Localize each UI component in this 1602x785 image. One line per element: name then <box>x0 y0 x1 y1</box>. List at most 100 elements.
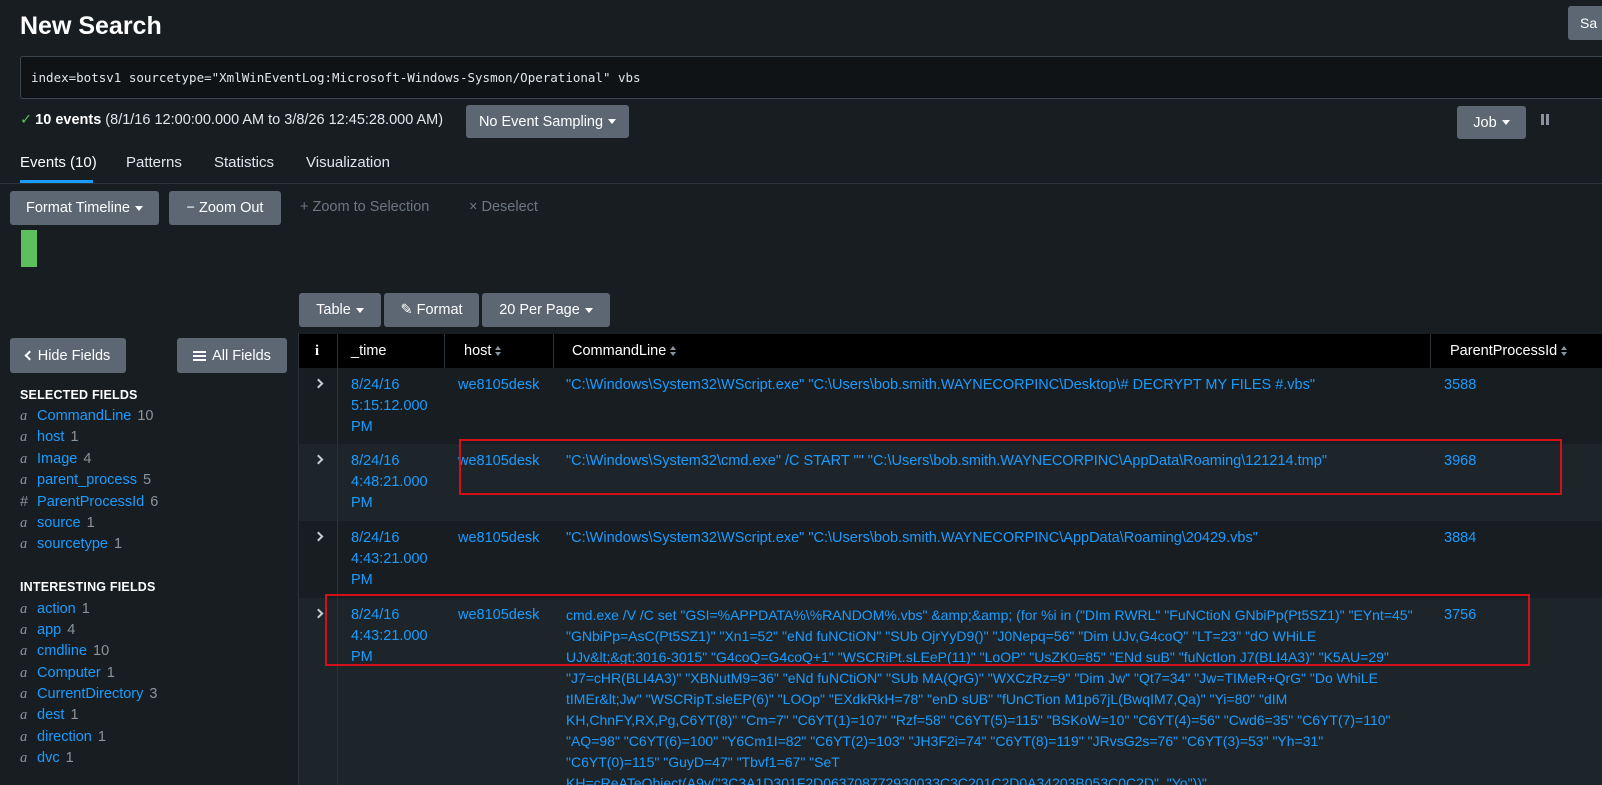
job-dropdown[interactable]: Job <box>1457 106 1526 139</box>
field-item[interactable]: a sourcetype 1 <box>20 536 122 553</box>
table-label: Table <box>316 302 351 318</box>
highlight-box <box>459 439 1562 495</box>
sort-icon[interactable] <box>495 346 502 357</box>
timeline-bar[interactable] <box>21 230 37 267</box>
field-item[interactable]: a host 1 <box>20 429 79 446</box>
field-item[interactable]: a action 1 <box>20 601 90 618</box>
chevron-left-icon <box>24 350 35 361</box>
commandline-column-header[interactable]: CommandLine <box>572 334 677 368</box>
format-button[interactable]: ✎ Format <box>384 293 479 327</box>
zoom-to-selection-button[interactable]: + Zoom to Selection <box>300 199 429 215</box>
caret-down-icon <box>584 307 593 313</box>
caret-down-icon <box>608 119 617 124</box>
tab-events[interactable]: Events (10) <box>20 154 97 171</box>
time-column-header[interactable]: _time <box>351 334 386 368</box>
caret-down-icon <box>355 307 364 313</box>
format-timeline-label: Format Timeline <box>26 200 130 216</box>
field-item[interactable]: a CurrentDirectory 3 <box>20 686 157 703</box>
deselect-button[interactable]: × Deselect <box>469 199 538 215</box>
active-tab-indicator <box>20 180 93 183</box>
tab-statistics[interactable]: Statistics <box>214 154 274 171</box>
column-divider <box>337 334 338 368</box>
event-count: 10 events <box>35 112 102 128</box>
field-item[interactable]: a cmdline 10 <box>20 643 109 660</box>
chevron-right-icon[interactable] <box>313 454 324 465</box>
all-fields-label: All Fields <box>212 347 271 364</box>
tab-patterns[interactable]: Patterns <box>126 154 182 171</box>
commandline-cell[interactable]: "C:\Windows\System32\WScript.exe" "C:\Us… <box>566 528 1416 549</box>
field-item[interactable]: a CommandLine 10 <box>20 408 153 425</box>
interesting-fields-heading: INTERESTING FIELDS <box>20 580 156 594</box>
host-column-header[interactable]: host <box>464 334 502 368</box>
pause-icon[interactable] <box>1540 114 1550 126</box>
selected-fields-heading: SELECTED FIELDS <box>20 388 138 402</box>
field-item[interactable]: a app 4 <box>20 622 75 639</box>
parentprocessid-cell[interactable]: 3588 <box>1444 375 1476 396</box>
zoom-out-button[interactable]: − Zoom Out <box>169 191 281 225</box>
sort-icon[interactable] <box>670 346 677 357</box>
info-column-header: i <box>315 343 320 359</box>
per-page-dropdown[interactable]: 20 Per Page <box>482 293 610 327</box>
host-column-label: host <box>464 343 492 359</box>
table-row[interactable]: 8/24/16 4:43:21.000 PM we8105desk "C:\Wi… <box>299 521 1602 598</box>
highlight-box <box>325 594 1530 666</box>
field-item[interactable]: a Image 4 <box>20 451 91 468</box>
parentprocessid-column-label: ParentProcessId <box>1450 343 1558 359</box>
zoom-to-selection-label: Zoom to Selection <box>312 199 430 215</box>
time-cell[interactable]: 8/24/16 4:48:21.000 PM <box>351 451 437 514</box>
zoom-out-label: Zoom Out <box>199 200 264 216</box>
per-page-label: 20 Per Page <box>499 302 580 318</box>
save-as-button[interactable]: Sa <box>1568 6 1602 40</box>
plus-icon: + <box>300 199 313 215</box>
field-item[interactable]: a Computer 1 <box>20 665 115 682</box>
host-cell[interactable]: we8105desk <box>458 528 539 549</box>
event-sampling-dropdown[interactable]: No Event Sampling <box>466 105 629 138</box>
field-item[interactable]: # ParentProcessId 6 <box>20 494 158 510</box>
hide-fields-label: Hide Fields <box>37 347 111 364</box>
x-icon: × <box>469 199 482 215</box>
caret-down-icon <box>134 205 143 211</box>
caret-down-icon <box>1501 120 1510 125</box>
format-timeline-dropdown[interactable]: Format Timeline <box>10 191 159 225</box>
time-cell[interactable]: 8/24/16 5:15:12.000 PM <box>351 375 437 438</box>
chevron-right-icon[interactable] <box>313 531 324 542</box>
event-status: ✓ 10 events (8/1/16 12:00:00.000 AM to 3/… <box>20 112 443 128</box>
field-item[interactable]: a direction 1 <box>20 729 106 746</box>
results-tabs: Events (10) Patterns Statistics Visualiz… <box>0 145 1602 184</box>
parentprocessid-column-header[interactable]: ParentProcessId <box>1450 334 1568 368</box>
chevron-right-icon[interactable] <box>313 378 324 389</box>
commandline-column-label: CommandLine <box>572 343 667 359</box>
row-divider <box>337 368 338 444</box>
time-cell[interactable]: 8/24/16 4:43:21.000 PM <box>351 528 437 591</box>
sort-icon[interactable] <box>1561 346 1568 357</box>
table-row[interactable]: 8/24/16 5:15:12.000 PM we8105desk "C:\Wi… <box>299 368 1602 444</box>
commandline-cell[interactable]: "C:\Windows\System32\WScript.exe" "C:\Us… <box>566 375 1416 396</box>
job-label: Job <box>1473 114 1497 131</box>
host-cell[interactable]: we8105desk <box>458 375 539 396</box>
all-fields-button[interactable]: All Fields <box>177 338 287 373</box>
table-dropdown[interactable]: Table <box>299 293 381 327</box>
field-item[interactable]: a dest 1 <box>20 707 79 724</box>
field-item[interactable]: a dvc 1 <box>20 750 74 767</box>
check-icon: ✓ <box>20 112 33 128</box>
page-title: New Search <box>20 12 162 40</box>
chevron-right-icon[interactable] <box>313 608 324 619</box>
column-divider <box>553 334 554 368</box>
time-range: (8/1/16 12:00:00.000 AM to 3/8/26 12:45:… <box>105 112 444 128</box>
table-header: i _time host CommandLine ParentProcessId <box>299 334 1602 368</box>
format-label: Format <box>416 302 463 318</box>
minus-icon: − <box>186 200 195 216</box>
field-item[interactable]: a parent_process 5 <box>20 472 151 489</box>
parentprocessid-cell[interactable]: 3884 <box>1444 528 1476 549</box>
hide-fields-button[interactable]: Hide Fields <box>10 338 126 373</box>
row-divider <box>337 444 338 521</box>
column-divider <box>444 334 445 368</box>
event-sampling-label: No Event Sampling <box>478 113 604 130</box>
tab-visualization[interactable]: Visualization <box>306 154 390 171</box>
list-icon <box>193 350 207 361</box>
pencil-icon: ✎ <box>400 302 413 318</box>
deselect-label: Deselect <box>481 199 538 215</box>
field-item[interactable]: a source 1 <box>20 515 95 532</box>
row-divider <box>337 521 338 598</box>
search-input[interactable]: index=botsv1 sourcetype="XmlWinEventLog:… <box>20 56 1602 99</box>
